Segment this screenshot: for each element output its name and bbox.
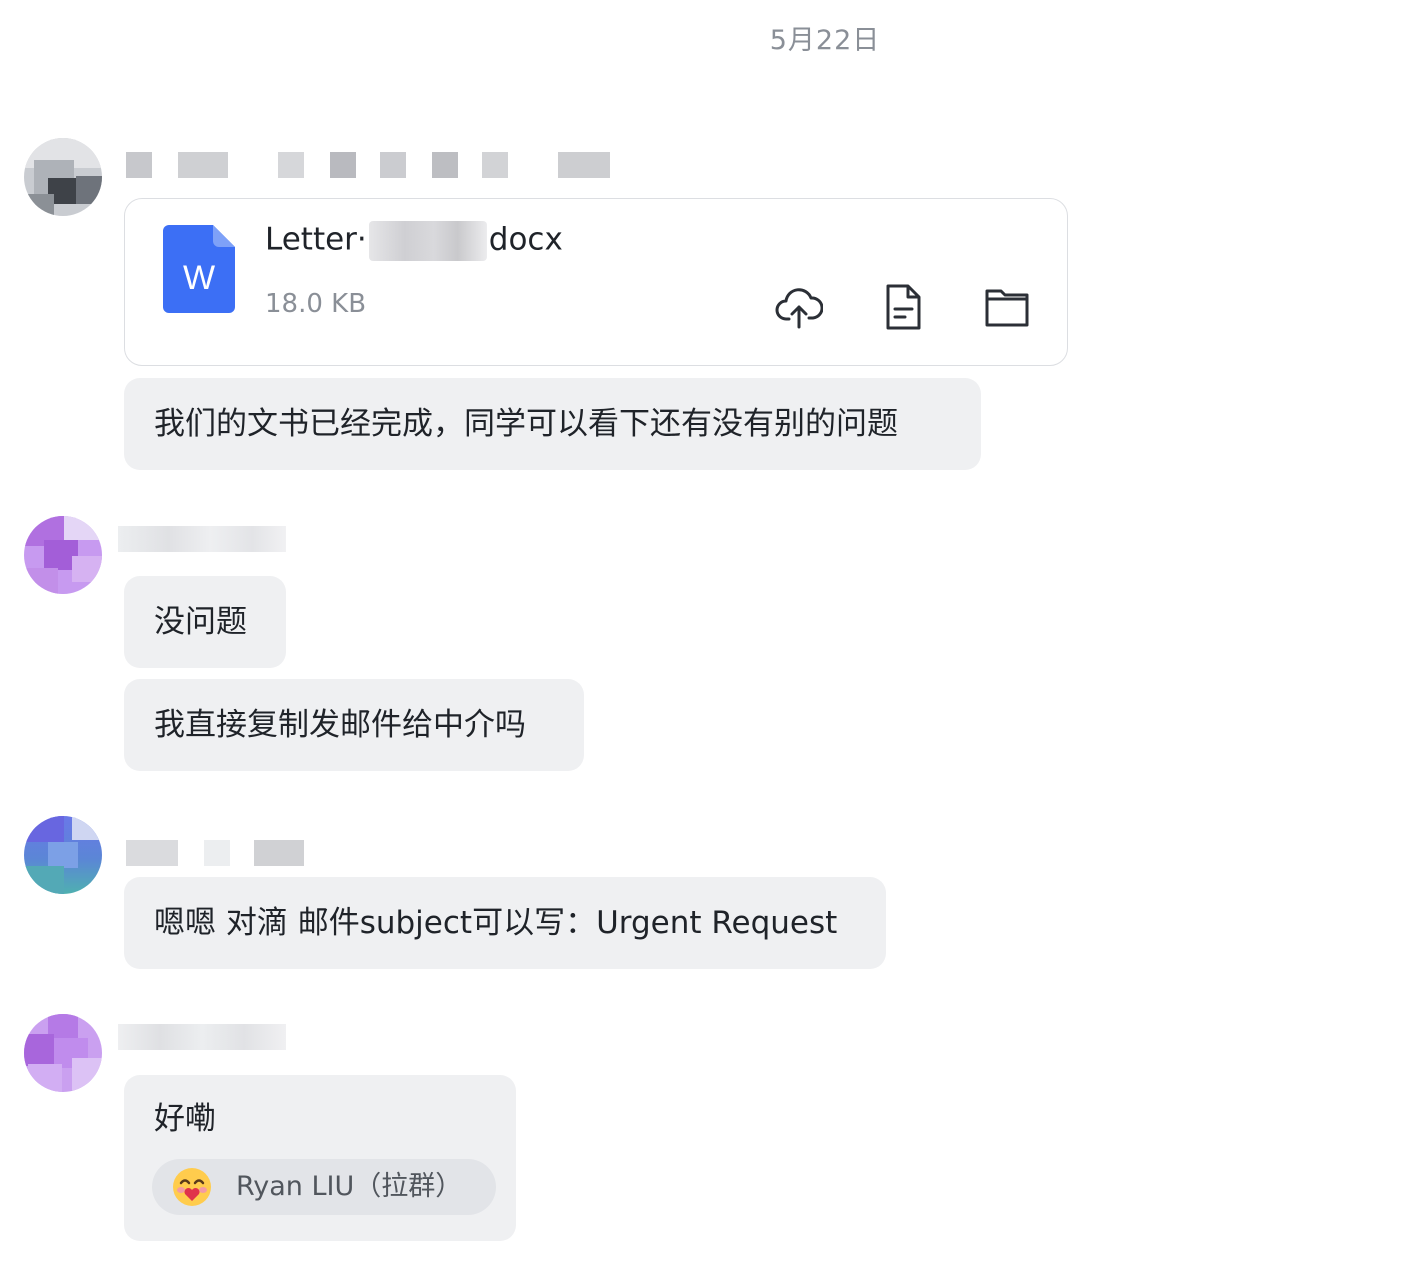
sender-name-redacted (126, 152, 610, 178)
file-name-prefix: Letter· (265, 221, 367, 258)
svg-text:W: W (183, 259, 215, 297)
cloud-upload-icon[interactable] (775, 283, 823, 331)
sender-avatar[interactable] (24, 816, 102, 894)
message-bubble[interactable]: 嗯嗯 对滴 邮件subject可以写：Urgent Request (124, 877, 886, 969)
document-icon[interactable] (879, 283, 927, 331)
sender-avatar[interactable] (24, 1014, 102, 1092)
smiling-emoji-icon (173, 1168, 211, 1206)
sender-name-redacted (126, 840, 304, 866)
message-bubble[interactable]: 好嘞 Ryan LIU（拉群） (124, 1075, 516, 1241)
file-name-redacted (368, 221, 487, 261)
sender-avatar[interactable] (24, 516, 102, 594)
file-size: 18.0 KB (265, 289, 367, 319)
date-divider: 5月22日 (769, 25, 881, 56)
sender-avatar[interactable] (24, 138, 102, 216)
file-name: Letter· docx (265, 221, 563, 261)
message-text: 好嘞 (154, 1101, 216, 1137)
message-bubble[interactable]: 我们的文书已经完成，同学可以看下还有没有别的问题 (124, 378, 981, 470)
sender-name-redacted (118, 1024, 286, 1050)
folder-icon[interactable] (983, 283, 1031, 331)
mention-name: Ryan LIU（拉群） (236, 1171, 463, 1202)
file-attachment-card[interactable]: W Letter· docx 18.0 KB (124, 198, 1068, 366)
file-name-suffix: docx (488, 221, 563, 258)
sender-name-redacted (118, 526, 286, 552)
word-file-icon: W (163, 225, 235, 313)
message-bubble[interactable]: 我直接复制发邮件给中介吗 (124, 679, 584, 771)
message-bubble[interactable]: 没问题 (124, 576, 286, 668)
chat-window: 5月22日 W Letter· docx 18.0 KB 我们的文书已经完成，同… (0, 0, 1420, 1272)
mention-chip[interactable]: Ryan LIU（拉群） (152, 1159, 497, 1215)
